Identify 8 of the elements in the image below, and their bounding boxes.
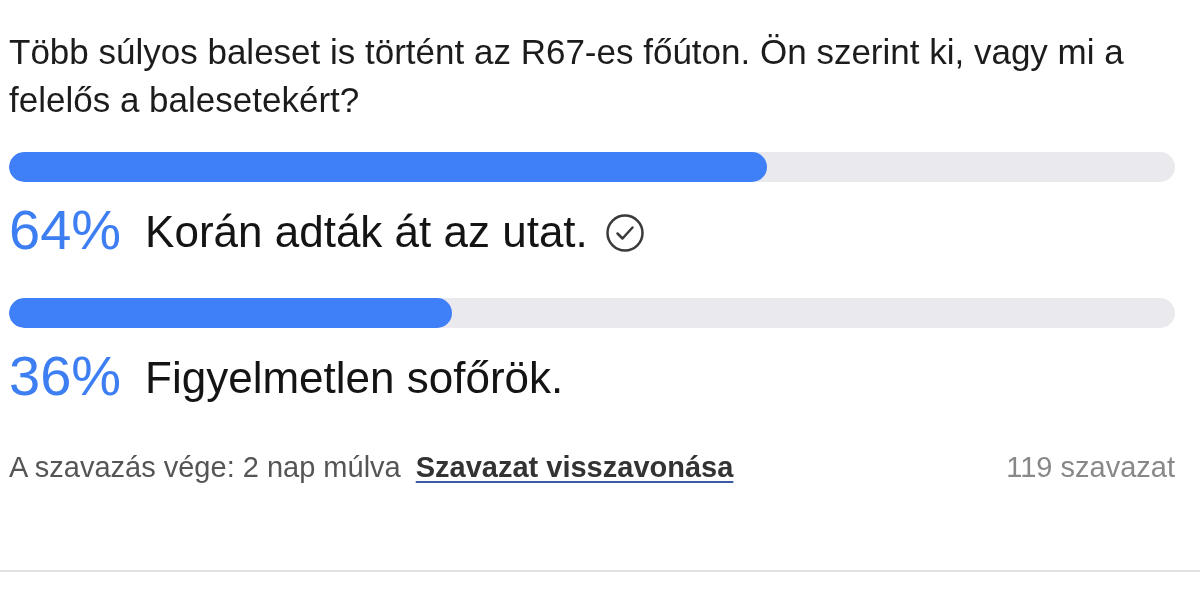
percent-label: 36% [9,348,122,404]
vote-count: 119 szavazat [1006,450,1175,484]
retract-vote-link[interactable]: Szavazat visszavonása [415,450,734,484]
deadline-text: A szavazás vége: 2 nap múlva [9,450,401,484]
option-label: Korán adták át az utat. [145,210,588,254]
option-label: Figyelmetlen sofőrök. [145,356,564,400]
poll-question: Több súlyos baleset is történt az R67-es főúton. Ön szerint ki, vagy mi a felelős a balesetekért? [9,31,1125,121]
percent-label: 64% [9,202,122,258]
